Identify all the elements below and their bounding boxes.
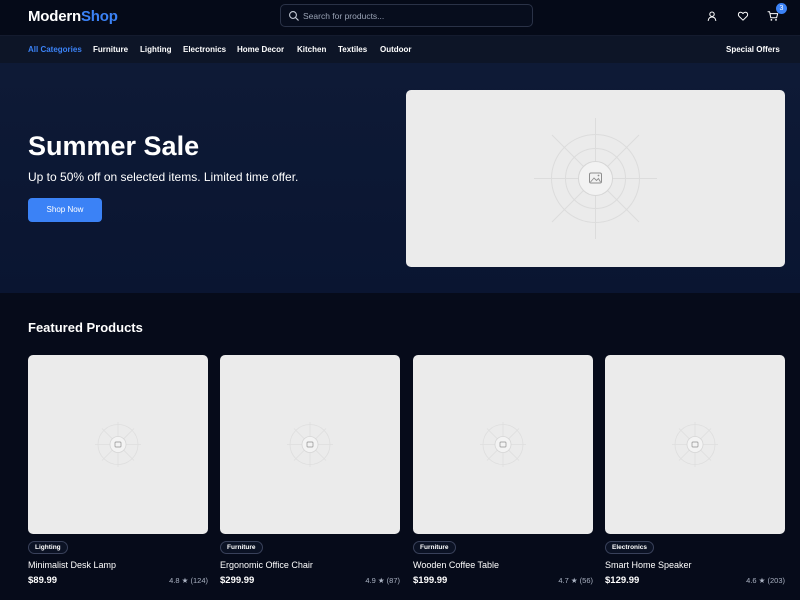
search-icon — [289, 11, 299, 21]
nav-item-home-decor[interactable]: Home Decor — [237, 45, 284, 54]
shop-now-button[interactable]: Shop Now — [28, 198, 102, 222]
nav-item-electronics[interactable]: Electronics — [183, 45, 226, 54]
image-placeholder-icon — [95, 422, 141, 467]
image-placeholder-icon — [480, 422, 526, 467]
hero-subtitle: Up to 50% off on selected items. Limited… — [28, 170, 299, 184]
product-price: $129.99 — [605, 575, 640, 586]
image-placeholder-icon — [287, 422, 333, 467]
logo-text-modern: Modern — [28, 8, 81, 25]
category-nav: All Categories Furniture Lighting Electr… — [0, 36, 800, 63]
nav-item-furniture[interactable]: Furniture — [93, 45, 128, 54]
hero-banner: Summer Sale Up to 50% off on selected it… — [0, 63, 800, 293]
product-price: $299.99 — [220, 575, 255, 586]
product-card[interactable]: Furniture Wooden Coffee Table $199.99 4.… — [413, 355, 593, 600]
product-card[interactable]: Furniture Ergonomic Office Chair $299.99… — [220, 355, 400, 600]
heart-icon[interactable] — [737, 10, 749, 22]
nav-item-kitchen[interactable]: Kitchen — [297, 45, 326, 54]
category-badge: Electronics — [605, 541, 655, 554]
hero-image-placeholder — [406, 90, 785, 267]
featured-products-heading: Featured Products — [28, 320, 143, 335]
product-rating: 4.8 ★ (124) — [169, 576, 208, 585]
product-image-placeholder[interactable] — [605, 355, 785, 534]
category-badge: Lighting — [28, 541, 68, 554]
nav-item-all-categories[interactable]: All Categories — [28, 45, 82, 54]
nav-item-lighting[interactable]: Lighting — [140, 45, 172, 54]
nav-item-textiles[interactable]: Textiles — [338, 45, 367, 54]
category-badge: Furniture — [220, 541, 263, 554]
category-badge: Furniture — [413, 541, 456, 554]
product-name[interactable]: Wooden Coffee Table — [413, 560, 499, 570]
site-header: ModernShop 3 — [0, 0, 800, 36]
product-price: $89.99 — [28, 575, 58, 586]
cart-count-badge: 3 — [776, 3, 787, 14]
image-placeholder-icon — [534, 118, 657, 239]
product-name[interactable]: Ergonomic Office Chair — [220, 560, 313, 570]
user-icon[interactable] — [706, 10, 718, 22]
nav-item-special-offers[interactable]: Special Offers — [726, 45, 780, 54]
product-price: $199.99 — [413, 575, 448, 586]
product-card[interactable]: Electronics Smart Home Speaker $129.99 4… — [605, 355, 785, 600]
product-rating: 4.6 ★ (203) — [746, 576, 785, 585]
product-image-placeholder[interactable] — [413, 355, 593, 534]
product-rating: 4.9 ★ (87) — [365, 576, 400, 585]
product-image-placeholder[interactable] — [220, 355, 400, 534]
product-name[interactable]: Minimalist Desk Lamp — [28, 560, 116, 570]
hero-title: Summer Sale — [28, 131, 200, 161]
product-image-placeholder[interactable] — [28, 355, 208, 534]
image-placeholder-icon — [672, 422, 718, 467]
site-logo[interactable]: ModernShop — [28, 8, 118, 25]
search-input[interactable] — [303, 8, 528, 24]
product-rating: 4.7 ★ (56) — [558, 576, 593, 585]
product-name[interactable]: Smart Home Speaker — [605, 560, 692, 570]
search-bar[interactable] — [280, 4, 533, 27]
logo-text-shop: Shop — [80, 8, 118, 25]
product-card[interactable]: Lighting Minimalist Desk Lamp $89.99 4.8… — [28, 355, 208, 600]
nav-item-outdoor[interactable]: Outdoor — [380, 45, 412, 54]
